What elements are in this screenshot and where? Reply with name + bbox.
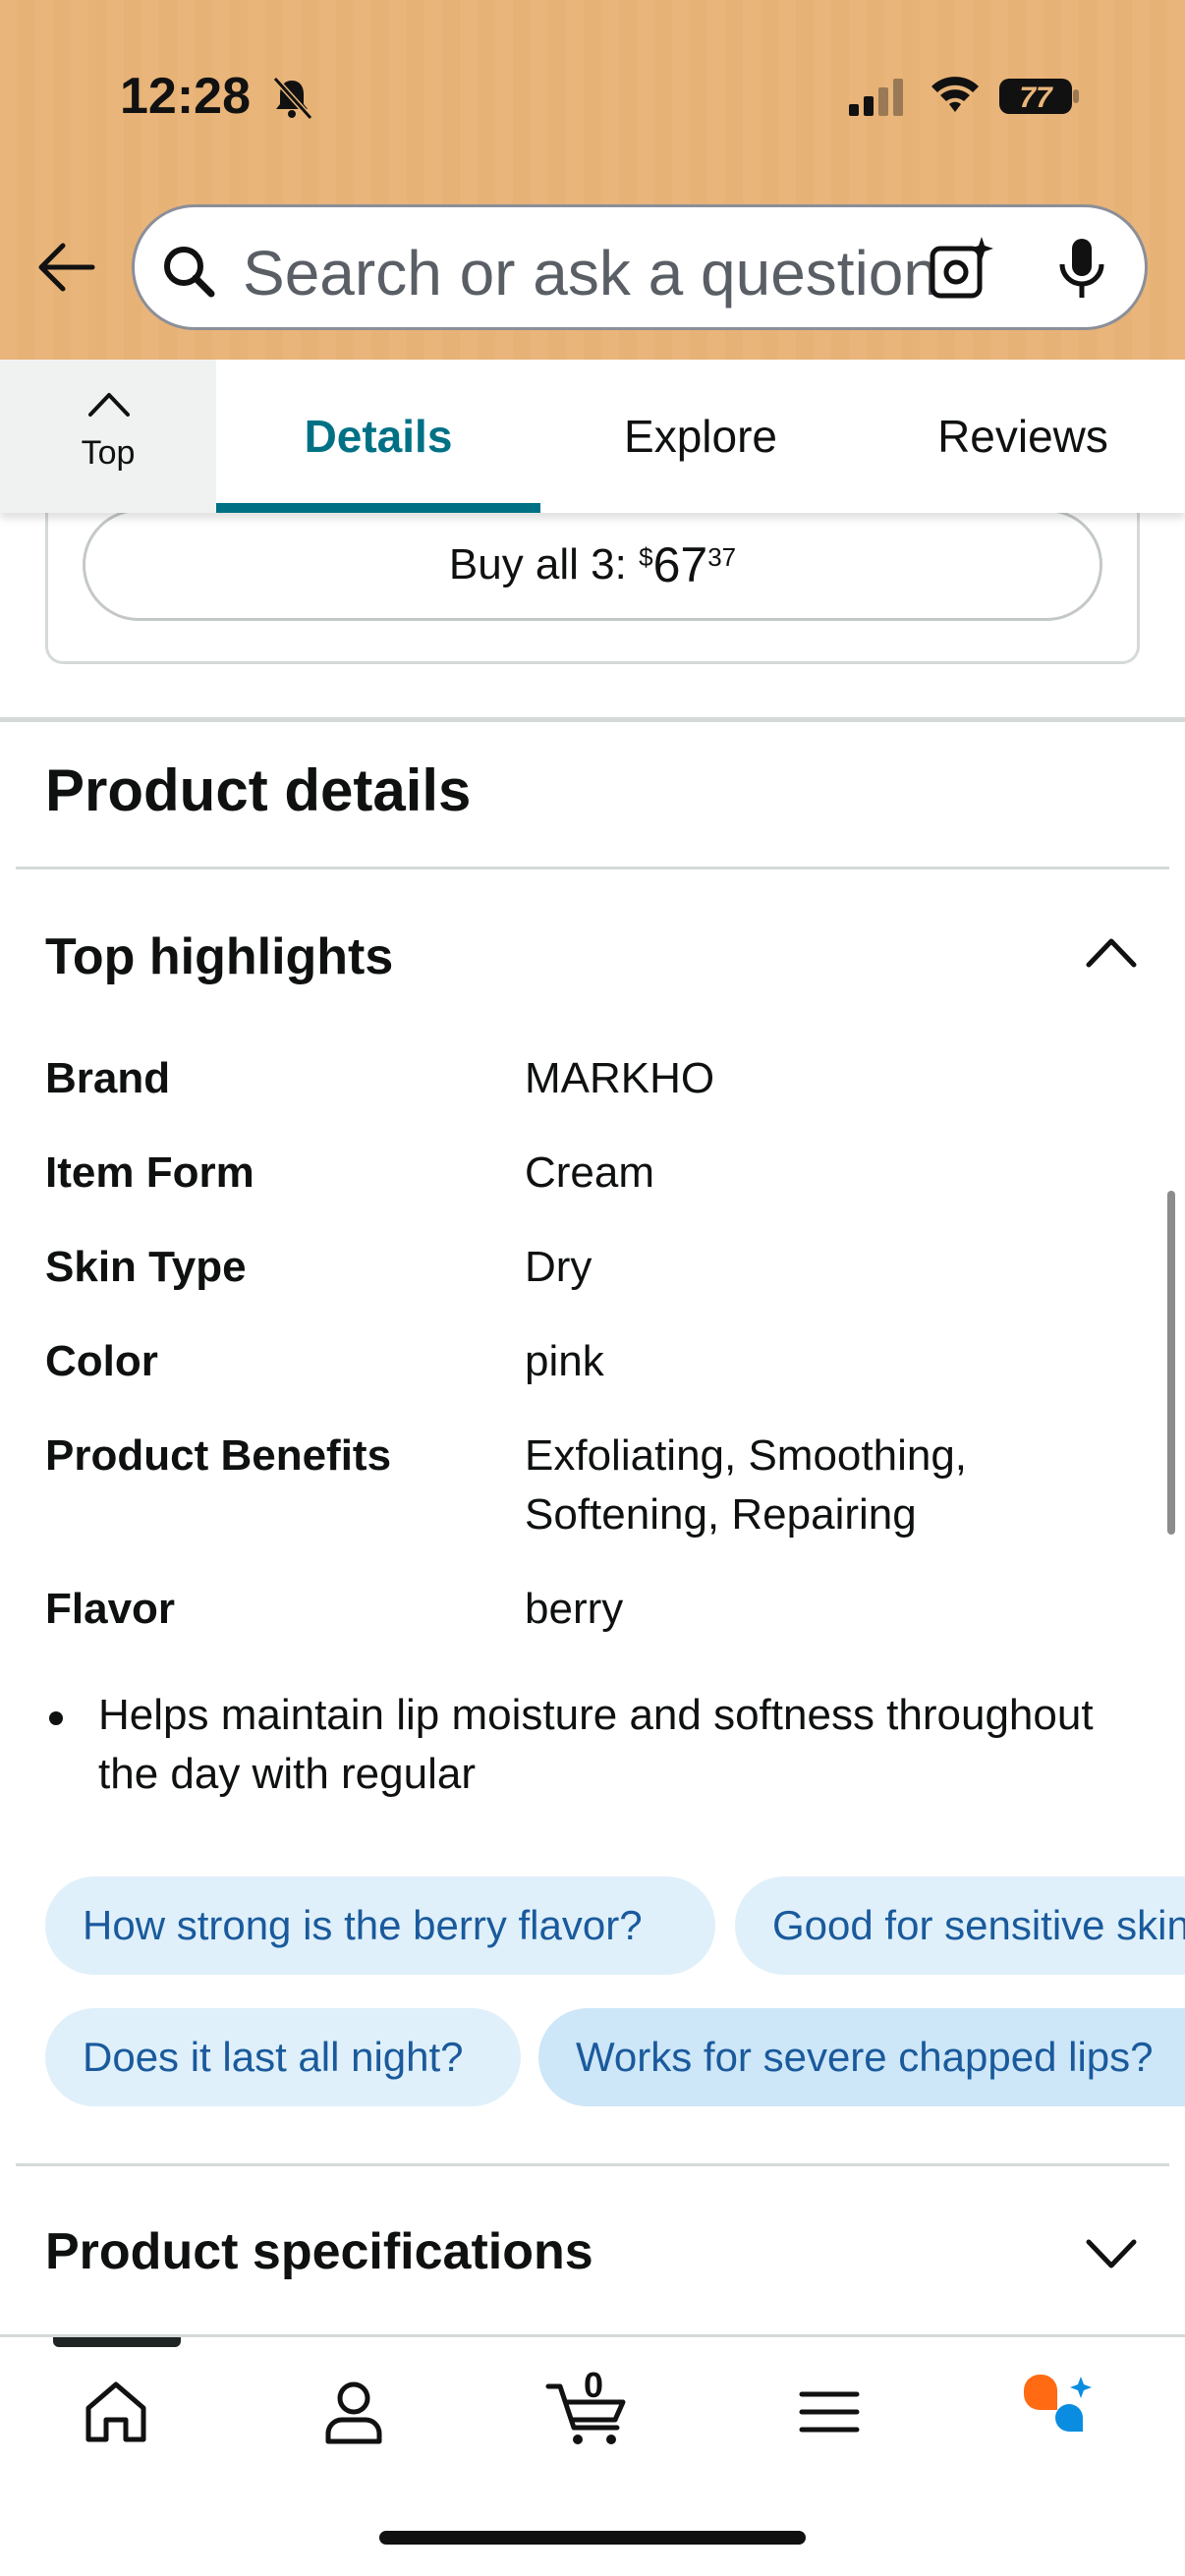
back-arrow-icon[interactable]	[33, 236, 96, 299]
bell-off-icon	[272, 76, 313, 121]
attribute-key: Skin Type	[45, 1243, 247, 1291]
active-nav-indicator	[53, 2337, 181, 2347]
product-specifications-heading[interactable]: Product specifications	[45, 2222, 593, 2281]
divider	[16, 2163, 1169, 2166]
tab-details[interactable]: Details	[216, 360, 540, 513]
attribute-key: Flavor	[45, 1585, 176, 1633]
price-cents: 37	[707, 541, 737, 572]
account-icon[interactable]	[314, 2373, 393, 2451]
tab-top[interactable]: Top	[0, 360, 216, 513]
camera-lens-icon[interactable]	[927, 235, 995, 304]
divider	[16, 867, 1169, 869]
scrollbar[interactable]	[1167, 1191, 1175, 1535]
question-chip[interactable]: Works for severe chapped lips?	[538, 2008, 1185, 2106]
menu-icon[interactable]	[790, 2373, 869, 2451]
section-divider	[0, 717, 1185, 722]
chevron-up-icon	[88, 393, 130, 417]
bullet-text: Helps maintain lip moisture and softness…	[98, 1691, 1094, 1798]
question-chip[interactable]: Does it last all night?	[45, 2008, 521, 2106]
attribute-key: Product Benefits	[45, 1431, 392, 1480]
section-tab-bar: Top Details Explore Reviews	[0, 360, 1185, 513]
attribute-value: MARKHO	[525, 1054, 715, 1102]
price-currency: $	[639, 541, 653, 572]
wifi-icon	[931, 77, 979, 112]
attribute-value: Cream	[525, 1148, 655, 1197]
product-details-heading: Product details	[45, 757, 472, 823]
collapse-chevron-up-icon[interactable]	[1083, 927, 1140, 977]
tab-explore[interactable]: Explore	[540, 360, 861, 513]
header: 12:28 77 Search or ask a question	[0, 0, 1185, 360]
attribute-key: Brand	[45, 1054, 171, 1102]
search-icon	[164, 247, 215, 298]
buy-all-label: Buy all 3:	[448, 540, 640, 588]
attribute-key: Color	[45, 1337, 158, 1385]
home-icon[interactable]	[77, 2373, 155, 2451]
search-bar[interactable]: Search or ask a question	[132, 204, 1148, 330]
tab-reviews[interactable]: Reviews	[861, 360, 1185, 513]
question-chip[interactable]: How strong is the berry flavor?	[45, 1876, 715, 1975]
cellular-signal-icon	[849, 79, 903, 116]
expand-chevron-down-icon[interactable]	[1083, 2230, 1140, 2279]
tab-top-label: Top	[81, 434, 136, 472]
bullet-dot	[49, 1711, 63, 1725]
top-highlights-heading[interactable]: Top highlights	[45, 927, 393, 986]
attribute-value: Exfoliating, Smoothing, Softening, Repai…	[525, 1431, 968, 1539]
attribute-value: Dry	[525, 1243, 592, 1291]
cart-button[interactable]: 0	[544, 2365, 633, 2451]
buy-all-button[interactable]: Buy all 3: $ 67 37	[83, 509, 1102, 621]
home-indicator	[379, 2531, 806, 2545]
cart-count: 0	[584, 2365, 604, 2405]
battery-icon: 77	[998, 75, 1081, 118]
attribute-value: pink	[525, 1337, 604, 1385]
price-dollars: 67	[652, 537, 708, 592]
attribute-key: Item Form	[45, 1148, 254, 1197]
status-time: 12:28	[120, 68, 251, 125]
attribute-value: berry	[525, 1585, 624, 1633]
battery-level: 77	[1019, 82, 1053, 114]
microphone-icon[interactable]	[1052, 235, 1111, 304]
question-chip[interactable]: Good for sensitive skin?	[735, 1876, 1185, 1975]
rufus-ai-icon[interactable]	[1020, 2373, 1099, 2451]
